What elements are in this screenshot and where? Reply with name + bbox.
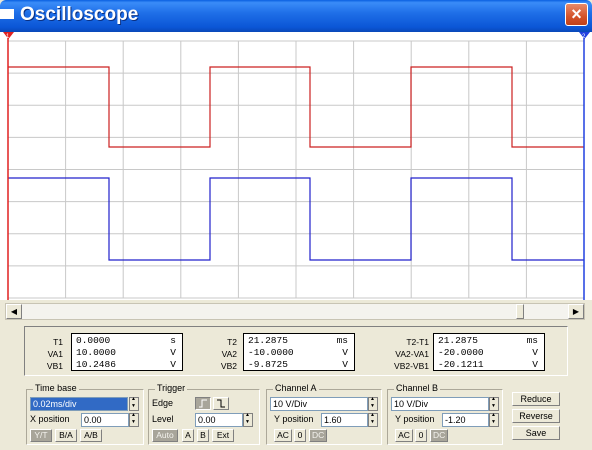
scroll-right-button[interactable]: ▶ bbox=[568, 304, 584, 319]
close-button[interactable]: × bbox=[565, 3, 588, 26]
channel-a-group: Channel A 10 V/Div Y position 1.60 AC 0 … bbox=[266, 383, 382, 445]
app-icon bbox=[0, 9, 14, 19]
vb2-value: -9.8725 bbox=[248, 359, 288, 370]
va2-unit: V bbox=[342, 347, 348, 358]
channel-b-scale-spinner[interactable] bbox=[489, 396, 499, 411]
va1-value: 10.0000 bbox=[76, 347, 116, 358]
diff-values-box: 21.2875 ms -20.0000 V -20.1211 V bbox=[433, 333, 545, 371]
diff-labels: T2-T1 VA2-VA1 VB2-VB1 bbox=[381, 336, 429, 372]
trigger-title: Trigger bbox=[155, 383, 188, 393]
time-scrollbar[interactable]: ◀ ▶ bbox=[5, 303, 585, 320]
xpos-label: X position bbox=[30, 414, 70, 424]
channel-a-scale-select[interactable]: 10 V/Div bbox=[270, 397, 368, 411]
channel-b-ac-button[interactable]: AC bbox=[395, 429, 413, 442]
xpos-spinner[interactable] bbox=[129, 412, 139, 427]
channel-b-zero-button[interactable]: 0 bbox=[415, 429, 427, 442]
channel-a-ypos-input[interactable]: 1.60 bbox=[321, 413, 368, 427]
falling-edge-icon[interactable] bbox=[213, 397, 229, 410]
channel-b-title: Channel B bbox=[394, 383, 441, 393]
timebase-scale-spinner[interactable] bbox=[129, 396, 139, 411]
channel-b-ypos-label: Y position bbox=[395, 414, 435, 424]
va2-va1-label: VA2-VA1 bbox=[395, 349, 429, 359]
va2-va1-value: -20.0000 bbox=[438, 347, 484, 358]
t1-labels: T1 VA1 VB1 bbox=[23, 336, 63, 372]
t2-label: T2 bbox=[227, 337, 237, 347]
falling-edge-glyph bbox=[217, 399, 225, 408]
va2-value: -10.0000 bbox=[248, 347, 294, 358]
vb2-label: VB2 bbox=[220, 361, 237, 371]
t2-t1-label: T2-T1 bbox=[406, 337, 429, 347]
channel-a-scale-spinner[interactable] bbox=[368, 396, 378, 411]
scope-grid bbox=[7, 40, 585, 299]
channel-b-scale-select[interactable]: 10 V/Div bbox=[391, 397, 489, 411]
measurement-panel: T1 VA1 VB1 0.0000 s 10.0000 V 10.2486 V T2 … bbox=[24, 326, 568, 376]
level-label: Level bbox=[152, 414, 174, 424]
vb1-value: 10.2486 bbox=[76, 359, 116, 370]
scope-display: 1 2 bbox=[3, 32, 590, 300]
channel-a-title: Channel A bbox=[273, 383, 319, 393]
t1-value: 0.0000 bbox=[76, 335, 111, 346]
scroll-thumb[interactable] bbox=[516, 304, 524, 319]
va1-label: VA1 bbox=[47, 349, 63, 359]
va2-va1-unit: V bbox=[532, 347, 538, 358]
vb1-label: VB1 bbox=[46, 361, 63, 371]
trigger-ext-button[interactable]: Ext bbox=[212, 429, 234, 442]
channel-a-dc-button[interactable]: DC bbox=[309, 429, 327, 442]
channel-b-group: Channel B 10 V/Div Y position -1.20 AC 0… bbox=[387, 383, 503, 445]
t2-labels: T2 VA2 VB2 bbox=[197, 336, 237, 372]
t2-t1-value: 21.2875 bbox=[438, 335, 478, 346]
vb2-vb1-label: VB2-VB1 bbox=[394, 361, 429, 371]
t1-values-box: 0.0000 s 10.0000 V 10.2486 V bbox=[71, 333, 183, 371]
channel-a-ypos-spinner[interactable] bbox=[368, 412, 378, 427]
timebase-title: Time base bbox=[33, 383, 79, 393]
window-title: Oscilloscope bbox=[20, 4, 139, 25]
timebase-group: Time base 0.02ms/div X position 0.00 Y/T… bbox=[26, 383, 144, 445]
rising-edge-icon[interactable] bbox=[195, 397, 211, 410]
level-input[interactable]: 0.00 bbox=[195, 413, 243, 427]
title-bar: Oscilloscope × bbox=[0, 0, 592, 32]
scroll-left-button[interactable]: ◀ bbox=[6, 304, 22, 319]
t2-t1-unit: ms bbox=[526, 335, 538, 346]
channel-b-ypos-input[interactable]: -1.20 bbox=[442, 413, 489, 427]
channel-a-ypos-label: Y position bbox=[274, 414, 314, 424]
trigger-group: Trigger Edge Level 0.00 Auto A B Ext bbox=[148, 383, 260, 445]
reduce-button[interactable]: Reduce bbox=[512, 392, 560, 406]
trigger-auto-button[interactable]: Auto bbox=[152, 429, 178, 442]
trigger-a-button[interactable]: A bbox=[182, 429, 194, 442]
vb2-unit: V bbox=[342, 359, 348, 370]
t1-unit: s bbox=[170, 335, 176, 346]
edge-label: Edge bbox=[152, 398, 174, 408]
channel-a-ac-button[interactable]: AC bbox=[274, 429, 292, 442]
rising-edge-glyph bbox=[199, 399, 207, 408]
t2-values-box: 21.2875 ms -10.0000 V -9.8725 V bbox=[243, 333, 355, 371]
va1-unit: V bbox=[170, 347, 176, 358]
scope-screen: 1 2 bbox=[0, 32, 592, 300]
timebase-scale-select[interactable]: 0.02ms/div bbox=[30, 397, 128, 411]
mode-ab-button[interactable]: A/B bbox=[80, 429, 102, 442]
xpos-input[interactable]: 0.00 bbox=[81, 413, 129, 427]
channel-b-ypos-spinner[interactable] bbox=[489, 412, 499, 427]
channel-b-dc-button[interactable]: DC bbox=[430, 429, 448, 442]
channel-a-zero-button[interactable]: 0 bbox=[294, 429, 306, 442]
t1-label: T1 bbox=[53, 337, 63, 347]
trigger-b-button[interactable]: B bbox=[197, 429, 209, 442]
level-spinner[interactable] bbox=[243, 412, 253, 427]
mode-ba-button[interactable]: B/A bbox=[55, 429, 77, 442]
t2-value: 21.2875 bbox=[248, 335, 288, 346]
vb2-vb1-value: -20.1211 bbox=[438, 359, 484, 370]
t2-unit: ms bbox=[336, 335, 348, 346]
vb1-unit: V bbox=[170, 359, 176, 370]
va2-label: VA2 bbox=[221, 349, 237, 359]
mode-yt-button[interactable]: Y/T bbox=[30, 429, 52, 442]
reverse-button[interactable]: Reverse bbox=[512, 409, 560, 423]
vb2-vb1-unit: V bbox=[532, 359, 538, 370]
save-button[interactable]: Save bbox=[512, 426, 560, 440]
